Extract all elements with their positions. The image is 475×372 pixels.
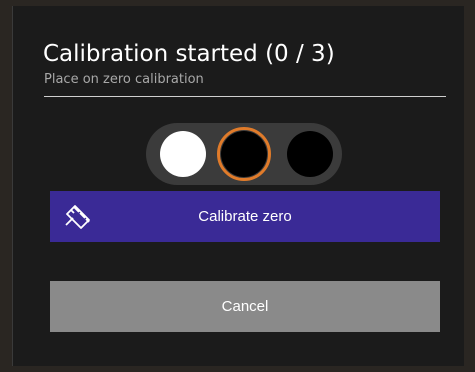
- calibrate-zero-label: Calibrate zero: [198, 208, 292, 225]
- window-frame: Calibration started (0 / 3) Place on zer…: [0, 0, 475, 372]
- dialog-title: Calibration started (0 / 3): [43, 41, 335, 67]
- step-dot-1: [160, 131, 206, 177]
- cancel-label: Cancel: [221, 298, 269, 315]
- calibration-dialog: Calibration started (0 / 3) Place on zer…: [12, 6, 464, 366]
- calibration-step-indicator: [146, 123, 342, 185]
- current-step-ring: [217, 127, 271, 181]
- calibrate-zero-button[interactable]: Calibrate zero: [50, 191, 440, 242]
- step-dot-3: [287, 131, 333, 177]
- cancel-button[interactable]: Cancel: [50, 281, 440, 332]
- dialog-subtitle: Place on zero calibration: [44, 72, 204, 87]
- title-divider: [44, 96, 446, 97]
